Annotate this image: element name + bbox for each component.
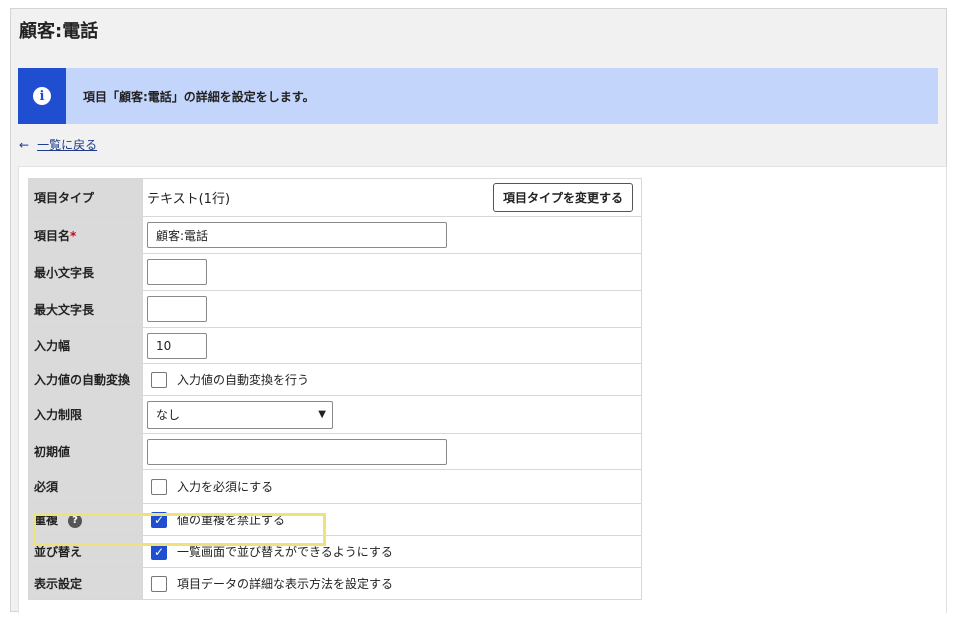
required-checkbox-row[interactable]: 入力を必須にする	[147, 478, 637, 495]
row-sort: 並び替え ✓ 一覧画面で並び替えができるようにする	[28, 535, 642, 568]
label-min-length: 最小文字長	[28, 253, 143, 291]
row-max-length: 最大文字長	[28, 290, 642, 328]
max-length-input[interactable]	[147, 296, 207, 322]
label-max-length: 最大文字長	[28, 290, 143, 328]
label-default-value: 初期値	[28, 433, 143, 470]
page-title: 顧客:電話	[19, 21, 99, 42]
required-checkbox-label[interactable]: 入力を必須にする	[177, 478, 273, 495]
label-auto-convert: 入力値の自動変換	[28, 363, 143, 396]
sort-checkbox-label[interactable]: 一覧画面で並び替えができるようにする	[177, 543, 393, 560]
auto-convert-checkbox-label[interactable]: 入力値の自動変換を行う	[177, 371, 309, 388]
display-checkbox-label[interactable]: 項目データの詳細な表示方法を設定する	[177, 575, 393, 592]
label-item-name: 項目名	[34, 228, 71, 243]
info-banner: i 項目「顧客:電話」の詳細を設定をします。	[18, 68, 938, 124]
item-type-value: テキスト(1行)	[147, 192, 231, 207]
label-sort: 並び替え	[28, 535, 143, 568]
display-checkbox-row[interactable]: 項目データの詳細な表示方法を設定する	[147, 575, 637, 592]
row-item-name: 項目名*	[28, 216, 642, 254]
duplicate-checkbox[interactable]: ✓	[151, 511, 167, 528]
row-input-width: 入力幅	[28, 327, 642, 364]
label-display: 表示設定	[28, 567, 143, 600]
change-item-type-button[interactable]: 項目タイプを変更する	[492, 183, 633, 212]
row-required: 必須 入力を必須にする	[28, 469, 642, 504]
sort-checkbox[interactable]: ✓	[151, 543, 167, 560]
row-min-length: 最小文字長	[28, 253, 642, 291]
info-icon: i	[33, 87, 51, 105]
row-auto-convert: 入力値の自動変換 入力値の自動変換を行う	[28, 363, 642, 396]
back-link-label[interactable]: 一覧に戻る	[37, 136, 97, 153]
input-width-input[interactable]	[147, 332, 207, 359]
help-icon[interactable]: ?	[68, 513, 83, 528]
input-restriction-select[interactable]: なし ▼	[147, 400, 333, 429]
duplicate-checkbox-label[interactable]: 値の重複を禁止する	[177, 511, 285, 528]
info-message: 項目「顧客:電話」の詳細を設定をします。	[83, 89, 315, 104]
label-input-restriction: 入力制限	[28, 395, 143, 434]
info-icon-box: i	[18, 68, 66, 124]
input-restriction-selected: なし	[156, 408, 181, 422]
min-length-input[interactable]	[147, 259, 207, 285]
back-to-list-link[interactable]: ← 一覧に戻る	[19, 136, 97, 153]
row-display: 表示設定 項目データの詳細な表示方法を設定する	[28, 567, 642, 600]
label-item-type: 項目タイプ	[28, 178, 143, 217]
sort-checkbox-row[interactable]: ✓ 一覧画面で並び替えができるようにする	[147, 543, 637, 560]
label-required: 必須	[28, 469, 143, 504]
item-settings-table: 項目タイプ テキスト(1行) 項目タイプを変更する 項目名* 最小文字長 最大文…	[28, 178, 642, 600]
label-duplicate: 重複	[34, 513, 59, 527]
row-default-value: 初期値	[28, 433, 642, 470]
chevron-down-icon: ▼	[318, 409, 326, 420]
required-mark: *	[70, 228, 77, 243]
label-input-width: 入力幅	[28, 327, 143, 364]
required-checkbox[interactable]	[151, 478, 167, 495]
row-duplicate: 重複? ✓ 値の重複を禁止する	[28, 503, 642, 536]
arrow-left-icon: ←	[19, 137, 30, 152]
display-checkbox[interactable]	[151, 575, 167, 592]
auto-convert-checkbox-row[interactable]: 入力値の自動変換を行う	[147, 371, 637, 388]
row-input-restriction: 入力制限 なし ▼	[28, 395, 642, 434]
default-value-input[interactable]	[147, 438, 447, 465]
auto-convert-checkbox[interactable]	[151, 371, 167, 388]
item-name-input[interactable]	[147, 222, 447, 248]
row-item-type: 項目タイプ テキスト(1行) 項目タイプを変更する	[28, 178, 642, 217]
duplicate-checkbox-row[interactable]: ✓ 値の重複を禁止する	[147, 511, 637, 528]
